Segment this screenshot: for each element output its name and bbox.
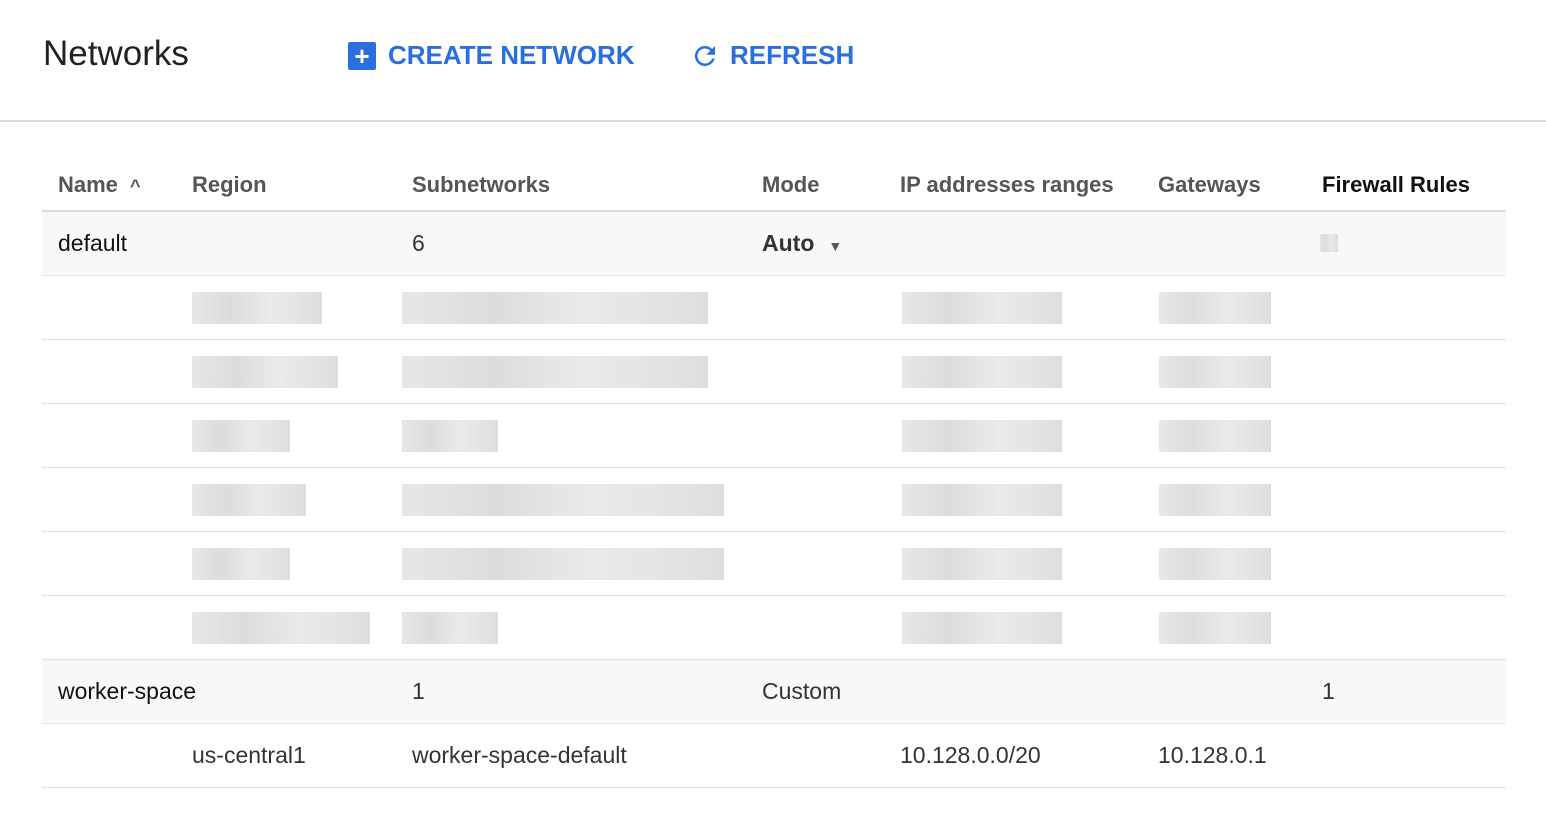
refresh-icon — [694, 45, 715, 66]
redacted-subnet-rows — [42, 276, 1506, 660]
mode-dropdown[interactable]: Auto ▼ — [762, 230, 842, 257]
network-row-worker-space[interactable]: worker-space 1 Custom 1 — [42, 660, 1506, 724]
mode-value: Custom — [762, 678, 842, 704]
column-gateways[interactable]: Gateways — [1158, 172, 1261, 198]
network-name[interactable]: worker-space — [58, 678, 196, 705]
subnet-row: us-central1 worker-space-default 10.128.… — [42, 724, 1506, 788]
subnet-gateway: 10.128.0.1 — [1158, 742, 1267, 768]
networks-table: Name ^ Region Subnetworks Mode IP addres… — [42, 150, 1506, 788]
subnetwork-count: 1 — [412, 678, 425, 704]
subnet-ip-range: 10.128.0.0/20 — [900, 742, 1041, 768]
column-mode[interactable]: Mode — [762, 172, 819, 198]
dropdown-arrow-icon: ▼ — [828, 238, 843, 254]
sort-ascending-icon: ^ — [130, 176, 141, 196]
subnetwork-count: 6 — [412, 230, 425, 256]
column-ip-ranges[interactable]: IP addresses ranges — [900, 172, 1114, 198]
network-row-default[interactable]: default 6 Auto ▼ — [42, 212, 1506, 276]
subnet-region: us-central1 — [192, 742, 306, 768]
create-network-label: CREATE NETWORK — [388, 40, 635, 70]
create-network-button[interactable]: + CREATE NETWORK — [348, 40, 635, 71]
network-name[interactable]: default — [58, 230, 127, 257]
refresh-button[interactable]: REFRESH — [690, 40, 854, 71]
toolbar: Networks + CREATE NETWORK REFRESH — [0, 0, 1546, 122]
subnet-name[interactable]: worker-space-default — [412, 742, 627, 769]
table-header: Name ^ Region Subnetworks Mode IP addres… — [42, 150, 1506, 212]
column-firewall-rules[interactable]: Firewall Rules — [1322, 172, 1470, 198]
column-subnetworks[interactable]: Subnetworks — [412, 172, 550, 198]
column-name[interactable]: Name ^ — [58, 172, 141, 198]
firewall-rules-redacted — [1320, 234, 1338, 252]
refresh-label: REFRESH — [730, 40, 855, 70]
add-box-icon: + — [348, 41, 376, 70]
firewall-rules-count[interactable]: 1 — [1322, 678, 1335, 705]
column-region[interactable]: Region — [192, 172, 267, 198]
page-title: Networks — [43, 34, 189, 73]
